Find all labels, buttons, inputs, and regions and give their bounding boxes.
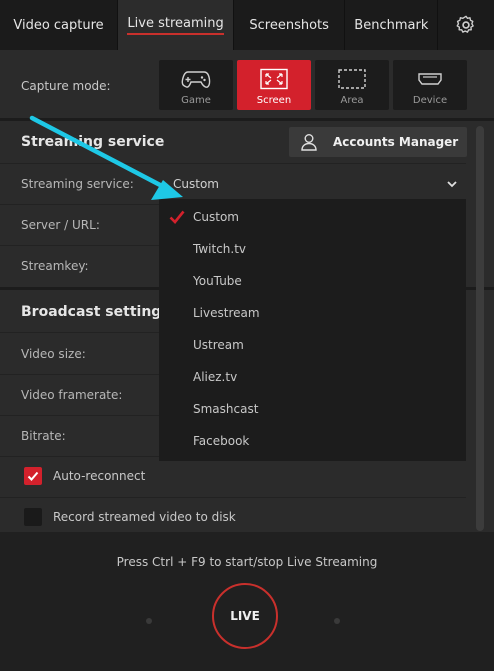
hdmi-device-icon xyxy=(418,73,442,85)
tab-live-streaming[interactable]: Live streaming xyxy=(118,0,235,50)
mode-game-button[interactable]: Game xyxy=(159,60,233,110)
mode-area-button[interactable]: Area xyxy=(315,60,389,110)
divider xyxy=(0,118,494,121)
status-dot-right xyxy=(334,618,340,624)
mode-screen-label: Screen xyxy=(256,95,292,106)
tab-video-capture-label: Video capture xyxy=(13,17,104,33)
auto-reconnect-checkbox[interactable] xyxy=(24,467,42,485)
mode-area-label: Area xyxy=(340,95,364,106)
service-option-smashcast[interactable]: Smashcast xyxy=(193,402,258,416)
service-option-custom[interactable]: Custom xyxy=(193,210,239,224)
service-option-twitch[interactable]: Twitch.tv xyxy=(193,242,246,256)
tab-benchmark[interactable]: Benchmark xyxy=(345,0,439,50)
streaming-service-select[interactable]: Custom xyxy=(159,171,466,197)
mode-game-label: Game xyxy=(181,95,211,106)
broadcast-settings-title: Broadcast settings xyxy=(21,304,170,320)
row-separator xyxy=(0,163,466,164)
screen-expand-icon xyxy=(260,68,288,90)
record-to-disk-label: Record streamed video to disk xyxy=(53,510,236,524)
live-button[interactable]: LIVE xyxy=(212,583,278,649)
streaming-service-value: Custom xyxy=(173,177,219,191)
service-option-aliez[interactable]: Aliez.tv xyxy=(193,370,237,384)
auto-reconnect-label: Auto-reconnect xyxy=(53,469,146,483)
tab-bar: Video capture Live streaming Screenshots… xyxy=(0,0,494,50)
bitrate-label: Bitrate: xyxy=(21,429,66,443)
service-option-livestream[interactable]: Livestream xyxy=(193,306,260,320)
video-framerate-label: Video framerate: xyxy=(21,388,123,402)
service-option-youtube[interactable]: YouTube xyxy=(193,274,242,288)
mode-screen-button[interactable]: Screen xyxy=(237,60,311,110)
service-option-ustream[interactable]: Ustream xyxy=(193,338,244,352)
tab-benchmark-label: Benchmark xyxy=(354,17,429,33)
accounts-manager-button[interactable]: Accounts Manager xyxy=(289,127,467,157)
video-size-label: Video size: xyxy=(21,347,86,361)
person-icon xyxy=(301,134,317,151)
hotkey-hint: Press Ctrl + F9 to start/stop Live Strea… xyxy=(116,555,378,569)
streaming-service-title: Streaming service xyxy=(21,134,165,150)
record-to-disk-checkbox[interactable] xyxy=(24,508,42,526)
tab-screenshots-label: Screenshots xyxy=(249,17,329,33)
streaming-service-label: Streaming service: xyxy=(21,177,134,191)
checkmark-icon xyxy=(169,210,185,224)
chevron-down-icon xyxy=(447,181,457,188)
capture-mode-label: Capture mode: xyxy=(21,79,111,93)
server-url-label: Server / URL: xyxy=(21,218,100,232)
streaming-service-dropdown: Custom Twitch.tv YouTube Livestream Ustr… xyxy=(159,199,466,461)
status-dot-left xyxy=(146,618,152,624)
mode-device-button[interactable]: Device xyxy=(393,60,467,110)
settings-button[interactable] xyxy=(438,0,494,50)
area-select-icon xyxy=(338,69,366,89)
accounts-manager-label: Accounts Manager xyxy=(333,135,459,149)
scrollbar[interactable] xyxy=(476,126,484,531)
checkmark-icon xyxy=(27,471,39,481)
tab-live-streaming-label: Live streaming xyxy=(127,16,224,35)
gear-icon xyxy=(456,15,475,33)
tab-video-capture[interactable]: Video capture xyxy=(0,0,119,50)
mode-device-label: Device xyxy=(412,95,448,106)
service-option-facebook[interactable]: Facebook xyxy=(193,434,249,448)
gamepad-icon xyxy=(181,71,211,88)
streamkey-label: Streamkey: xyxy=(21,259,89,273)
row-separator xyxy=(0,497,466,498)
tab-screenshots[interactable]: Screenshots xyxy=(234,0,346,50)
